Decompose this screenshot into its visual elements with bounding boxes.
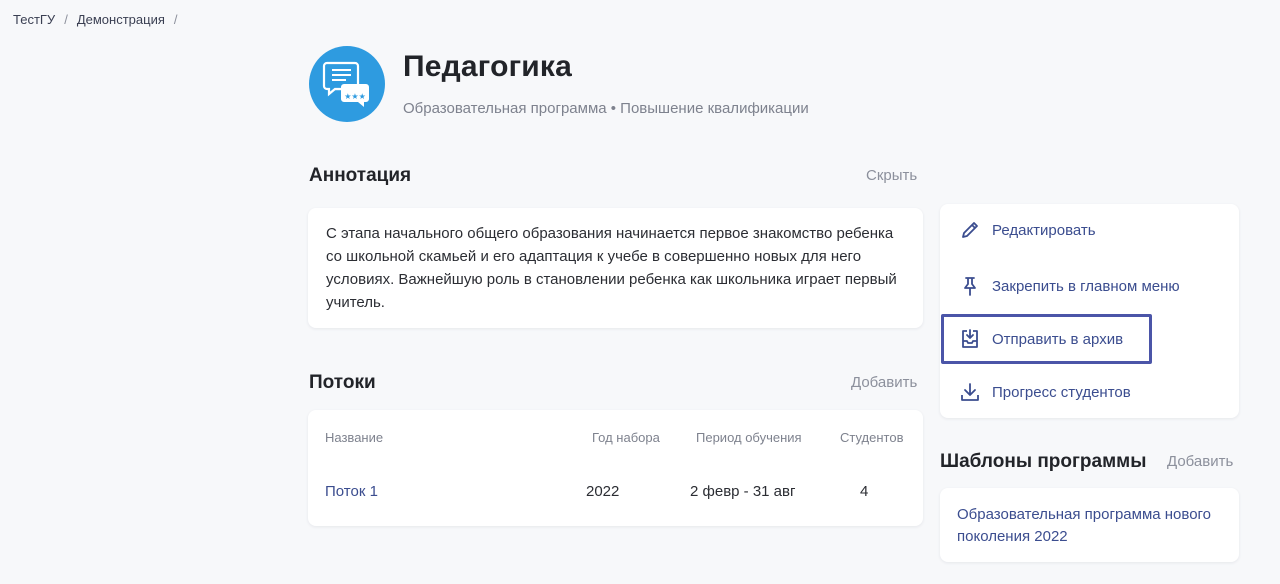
pin-to-menu-button[interactable]: Закрепить в главном меню (940, 261, 1239, 311)
stream-period: 2 февр - 31 авг (690, 483, 796, 500)
pin-to-menu-label: Закрепить в главном меню (992, 277, 1180, 295)
add-stream-button[interactable]: Добавить (851, 374, 917, 391)
actions-menu: Редактировать Закрепить в главном меню О… (940, 204, 1239, 418)
templates-card: Образовательная программа нового поколен… (940, 488, 1239, 562)
edit-button[interactable]: Редактировать (940, 205, 1239, 255)
students-progress-label: Прогресс студентов (992, 383, 1131, 401)
chat-bubbles-icon: ★★★ (309, 46, 385, 122)
column-header-students[interactable]: Студентов (840, 430, 904, 445)
breadcrumb: ТестГУ / Демонстрация / (13, 12, 187, 27)
column-header-period[interactable]: Период обучения (696, 430, 802, 445)
pencil-icon (959, 219, 981, 241)
program-header: ★★★ Педагогика Образовательная программа… (309, 46, 809, 122)
column-header-name[interactable]: Название (325, 430, 383, 445)
column-header-year[interactable]: Год набора (592, 430, 660, 445)
streams-heading: Потоки (309, 372, 376, 393)
breadcrumb-item-demo[interactable]: Демонстрация (77, 12, 165, 27)
archive-icon (959, 328, 981, 350)
add-template-button[interactable]: Добавить (1167, 453, 1233, 470)
breadcrumb-separator: / (64, 12, 68, 27)
edit-label: Редактировать (992, 221, 1096, 239)
download-icon (959, 381, 981, 403)
template-link[interactable]: Образовательная программа нового поколен… (957, 504, 1222, 548)
streams-table: Название Год набора Период обучения Студ… (308, 410, 923, 526)
send-to-archive-button[interactable]: Отправить в архив (941, 314, 1152, 364)
annotation-text: С этапа начального общего образования на… (326, 225, 897, 311)
page-title: Педагогика (403, 50, 573, 83)
svg-text:★★★: ★★★ (344, 92, 366, 101)
send-to-archive-label: Отправить в архив (992, 330, 1124, 348)
templates-heading: Шаблоны программы (940, 451, 1147, 472)
breadcrumb-separator: / (173, 12, 178, 27)
annotation-card: С этапа начального общего образования на… (308, 208, 923, 328)
stream-students: 4 (860, 483, 869, 500)
stream-year: 2022 (586, 483, 620, 500)
pin-icon (959, 275, 981, 297)
students-progress-button[interactable]: Прогресс студентов (940, 367, 1239, 417)
hide-annotation-button[interactable]: Скрыть (866, 167, 917, 184)
page-subtitle: Образовательная программа • Повышение кв… (403, 100, 809, 117)
stream-name-link[interactable]: Поток 1 (325, 483, 378, 500)
annotation-heading: Аннотация (309, 165, 412, 186)
breadcrumb-item-testgu[interactable]: ТестГУ (13, 12, 55, 27)
